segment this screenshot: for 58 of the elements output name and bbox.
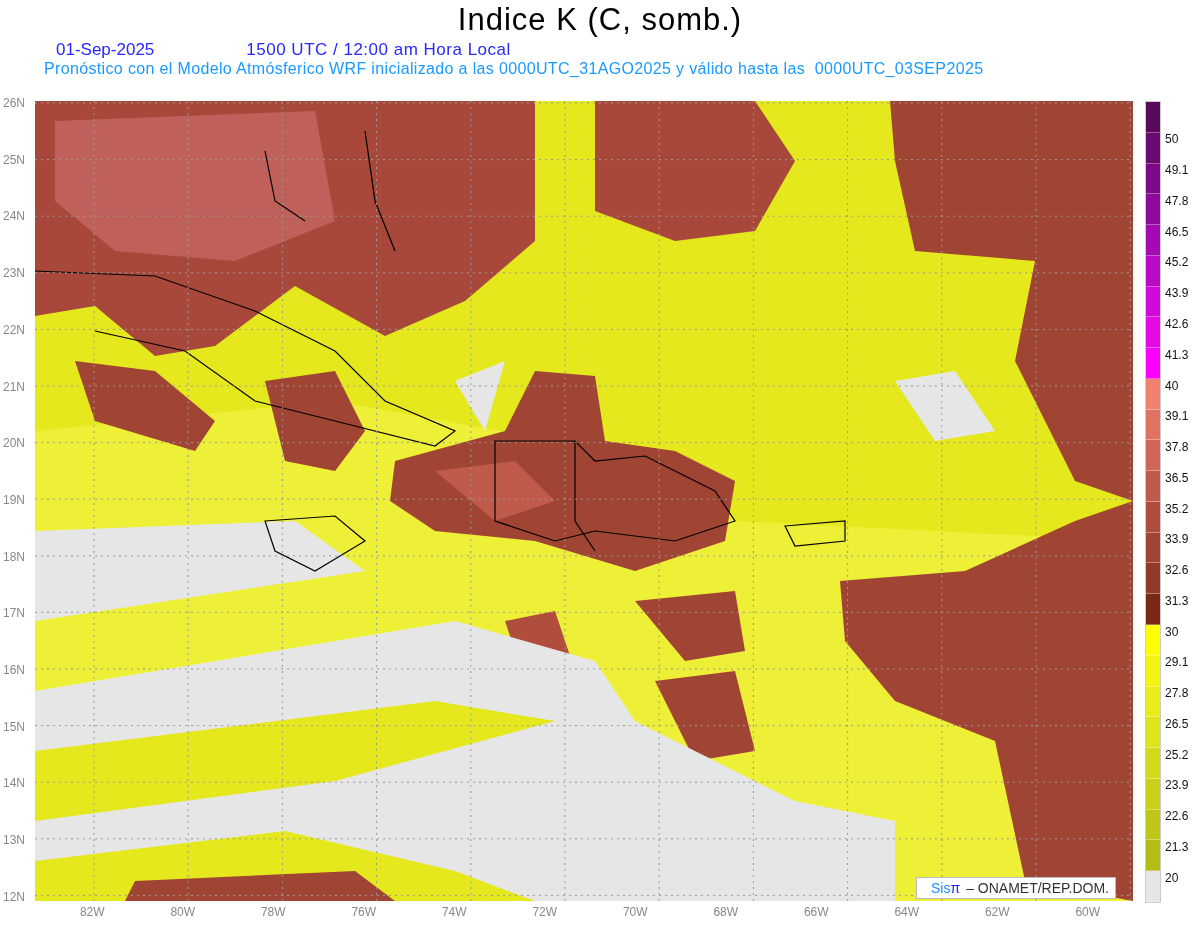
- color-bar-label: 40: [1165, 378, 1179, 393]
- forecast-description: Pronóstico con el Modelo Atmósferico WRF inicializado a las 0000UTC_31AGO2025 y válido hasta las 0000UTC_03SEP2025: [44, 60, 985, 78]
- longitude-label: 66W: [802, 905, 830, 919]
- color-bar-label: 36.5: [1165, 470, 1189, 485]
- color-bar-label: 25.2: [1165, 747, 1189, 762]
- latitude-label: 13N: [2, 834, 26, 847]
- longitude-label: 70W: [621, 905, 649, 919]
- latitude-label: 19N: [2, 493, 26, 506]
- color-bar-label: 33.9: [1165, 532, 1189, 547]
- latitude-label: 15N: [2, 720, 26, 733]
- forecast-time: 1500 UTC / 12:00 am Hora Local: [246, 40, 511, 60]
- color-bar-label: 23.9: [1165, 778, 1189, 793]
- latitude-label: 18N: [2, 550, 26, 563]
- longitude-label: 78W: [259, 905, 287, 919]
- longitude-label: 68W: [712, 905, 740, 919]
- longitude-label: 64W: [893, 905, 921, 919]
- color-bar-label: 26.5: [1165, 716, 1189, 731]
- longitude-label: 76W: [350, 905, 378, 919]
- latitude-label: 14N: [2, 777, 26, 790]
- color-bar-label: 35.2: [1165, 501, 1189, 516]
- color-bar-label: 30: [1165, 624, 1179, 639]
- longitude-label: 82W: [78, 905, 106, 919]
- color-bar-label: 46.5: [1165, 224, 1189, 239]
- color-bar-label: 22.6: [1165, 809, 1189, 824]
- latitude-label: 25N: [2, 153, 26, 166]
- color-bar-label: 20: [1165, 870, 1179, 885]
- color-bar-label: 29.1: [1165, 655, 1189, 670]
- latitude-label: 17N: [2, 607, 26, 620]
- latitude-label: 24N: [2, 210, 26, 223]
- color-bar-label: 43.9: [1165, 286, 1189, 301]
- latitude-label: 20N: [2, 437, 26, 450]
- longitude-label: 72W: [531, 905, 559, 919]
- color-bar-label: 39.1: [1165, 409, 1189, 424]
- latitude-label: 26N: [2, 97, 26, 109]
- map-title: Indice K (C, somb.): [456, 1, 744, 39]
- color-bar-label: 27.8: [1165, 686, 1189, 701]
- latitude-label: 21N: [2, 380, 26, 393]
- color-bar-label: 37.8: [1165, 440, 1189, 455]
- color-bar-label: 31.3: [1165, 593, 1189, 608]
- longitude-label: 60W: [1074, 905, 1102, 919]
- latitude-label: 12N: [2, 890, 26, 903]
- color-bar-label: 32.6: [1165, 563, 1189, 578]
- forecast-date: 01-Sep-2025: [56, 40, 155, 60]
- color-bar-label: 21.3: [1165, 840, 1189, 854]
- color-bar-label: 50: [1165, 132, 1179, 147]
- color-bar-label: 41.3: [1165, 347, 1189, 362]
- color-bar-label: 47.8: [1165, 193, 1189, 208]
- color-bar-label: 45.2: [1165, 255, 1189, 270]
- logo: Sisπ: [931, 880, 961, 896]
- credit-text: – ONAMET/REP.DOM.: [966, 880, 1109, 896]
- longitude-label: 80W: [169, 905, 197, 919]
- latitude-label: 22N: [2, 323, 26, 336]
- longitude-label: 62W: [983, 905, 1011, 919]
- latitude-label: 23N: [2, 267, 26, 280]
- longitude-label: 74W: [440, 905, 468, 919]
- latitude-label: 16N: [2, 664, 26, 677]
- color-bar-label: 49.1: [1165, 163, 1189, 178]
- color-bar-label: 42.6: [1165, 316, 1189, 331]
